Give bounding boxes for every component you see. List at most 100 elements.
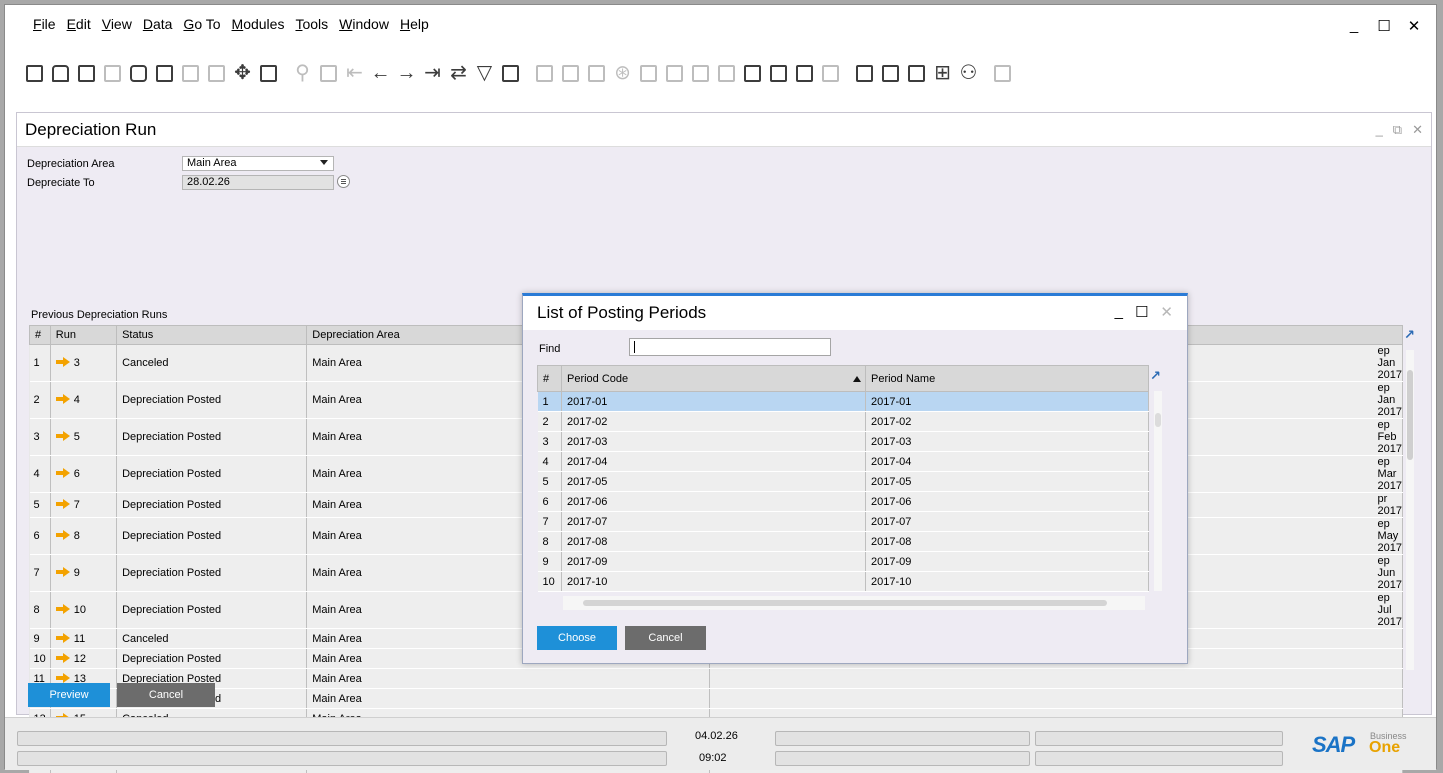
export-excel-icon[interactable] bbox=[153, 62, 176, 85]
transaction-journal-icon[interactable] bbox=[689, 62, 712, 85]
col-status[interactable]: Status bbox=[116, 325, 308, 345]
last-record-icon[interactable]: ⇥ bbox=[421, 62, 444, 85]
run-cell[interactable]: 5 bbox=[50, 418, 118, 456]
table-row[interactable]: 5 2017-05 2017-05 bbox=[537, 471, 1149, 492]
period-code-cell[interactable]: 2017-01 bbox=[561, 391, 866, 412]
app-maximize-button[interactable]: ☐ bbox=[1376, 17, 1392, 35]
period-code-cell[interactable]: 2017-06 bbox=[561, 491, 866, 512]
run-cell[interactable]: 4 bbox=[50, 381, 118, 419]
menu-help[interactable]: Help bbox=[400, 16, 429, 32]
messages-icon[interactable] bbox=[793, 62, 816, 85]
run-cell[interactable]: 11 bbox=[50, 628, 118, 649]
dialog-maximize-icon[interactable]: ☐ bbox=[1135, 303, 1148, 321]
menu-goto[interactable]: Go To bbox=[183, 16, 220, 32]
period-name-cell[interactable]: 2017-10 bbox=[865, 571, 1149, 592]
move-icon[interactable]: ✥ bbox=[231, 62, 254, 85]
link-arrow-icon[interactable] bbox=[55, 499, 70, 509]
restore-icon[interactable]: ⧉ bbox=[1393, 122, 1402, 138]
link-arrow-icon[interactable] bbox=[55, 468, 70, 478]
print-icon[interactable] bbox=[49, 62, 72, 85]
app-minimize-button[interactable]: _ bbox=[1346, 17, 1362, 35]
run-cell[interactable]: 10 bbox=[50, 591, 118, 629]
period-name-cell[interactable]: 2017-07 bbox=[865, 511, 1149, 532]
menu-data[interactable]: Data bbox=[143, 16, 173, 32]
minimize-icon[interactable]: _ bbox=[1376, 122, 1383, 138]
table-row[interactable]: 3 2017-03 2017-03 bbox=[537, 431, 1149, 452]
form-settings-icon[interactable] bbox=[257, 62, 280, 85]
calculator-icon[interactable] bbox=[905, 62, 928, 85]
dialog-vertical-scrollbar[interactable] bbox=[1154, 391, 1162, 591]
run-cell[interactable]: 6 bbox=[50, 455, 118, 493]
table-row[interactable]: 8 2017-08 2017-08 bbox=[537, 531, 1149, 552]
menu-tools[interactable]: Tools bbox=[295, 16, 328, 32]
first-record-icon[interactable]: ⇤ bbox=[343, 62, 366, 85]
export-word-icon[interactable] bbox=[179, 62, 202, 85]
period-name-cell[interactable]: 2017-04 bbox=[865, 451, 1149, 472]
journal-voucher-icon[interactable] bbox=[585, 62, 608, 85]
depreciation-area-select[interactable]: Main Area bbox=[182, 156, 334, 171]
menu-view[interactable]: View bbox=[102, 16, 132, 32]
table-row[interactable]: 1 2017-01 2017-01 bbox=[537, 391, 1149, 412]
org-chart-icon[interactable]: ⊞ bbox=[931, 62, 954, 85]
table-row[interactable]: 2 2017-02 2017-02 bbox=[537, 411, 1149, 432]
period-code-cell[interactable]: 2017-08 bbox=[561, 531, 866, 552]
dialog-horizontal-scrollbar[interactable] bbox=[563, 596, 1145, 610]
dialog-minimize-icon[interactable]: _ bbox=[1115, 303, 1123, 321]
currency-icon[interactable] bbox=[663, 62, 686, 85]
preview-button[interactable]: Preview bbox=[28, 683, 110, 707]
close-icon[interactable]: ✕ bbox=[1412, 122, 1423, 138]
list-lookup-icon[interactable] bbox=[337, 175, 350, 188]
edit-icon[interactable] bbox=[715, 62, 738, 85]
period-name-cell[interactable]: 2017-05 bbox=[865, 471, 1149, 492]
link-arrow-icon[interactable] bbox=[55, 394, 70, 404]
period-name-cell[interactable]: 2017-02 bbox=[865, 411, 1149, 432]
send-message-icon[interactable] bbox=[101, 62, 124, 85]
dialog-scroll-thumb[interactable] bbox=[1155, 413, 1161, 427]
layout-designer-icon[interactable] bbox=[127, 62, 150, 85]
col-period-code[interactable]: Period Code bbox=[561, 365, 866, 392]
col-number[interactable]: # bbox=[537, 365, 562, 392]
find-input[interactable] bbox=[629, 338, 831, 356]
form-edit-icon[interactable] bbox=[767, 62, 790, 85]
export-pdf-icon[interactable] bbox=[205, 62, 228, 85]
table-row[interactable]: 11 13 Depreciation Posted Main Area bbox=[29, 668, 1404, 689]
filter-icon[interactable]: ▽ bbox=[473, 62, 496, 85]
vertical-scrollbar[interactable] bbox=[1406, 350, 1414, 670]
period-code-cell[interactable]: 2017-10 bbox=[561, 571, 866, 592]
period-code-cell[interactable]: 2017-02 bbox=[561, 411, 866, 432]
menu-file[interactable]: File bbox=[33, 16, 56, 32]
period-name-cell[interactable]: 2017-03 bbox=[865, 431, 1149, 452]
settings-icon[interactable] bbox=[741, 62, 764, 85]
user-icon[interactable]: ⚇ bbox=[957, 62, 980, 85]
menu-modules[interactable]: Modules bbox=[232, 16, 285, 32]
menu-edit[interactable]: Edit bbox=[67, 16, 91, 32]
period-name-cell[interactable]: 2017-08 bbox=[865, 531, 1149, 552]
expand-grid-icon[interactable]: ↗ bbox=[1404, 327, 1417, 342]
add-icon[interactable] bbox=[317, 62, 340, 85]
period-name-cell[interactable]: 2017-01 bbox=[865, 391, 1149, 412]
run-cell[interactable]: 3 bbox=[50, 344, 118, 382]
base-document-icon[interactable] bbox=[533, 62, 556, 85]
period-code-cell[interactable]: 2017-09 bbox=[561, 551, 866, 572]
dialog-hscroll-thumb[interactable] bbox=[583, 600, 1107, 606]
refresh-icon[interactable]: ⇄ bbox=[447, 62, 470, 85]
period-code-cell[interactable]: 2017-05 bbox=[561, 471, 866, 492]
find-icon[interactable]: ⚲ bbox=[291, 62, 314, 85]
sort-icon[interactable] bbox=[499, 62, 522, 85]
gross-profit-icon[interactable] bbox=[637, 62, 660, 85]
link-arrow-icon[interactable] bbox=[55, 357, 70, 367]
help-icon[interactable] bbox=[991, 62, 1014, 85]
period-name-cell[interactable]: 2017-06 bbox=[865, 491, 1149, 512]
table-row[interactable]: 6 2017-06 2017-06 bbox=[537, 491, 1149, 512]
col-number[interactable]: # bbox=[29, 325, 51, 345]
link-arrow-icon[interactable] bbox=[55, 604, 70, 614]
table-row[interactable]: 4 2017-04 2017-04 bbox=[537, 451, 1149, 472]
period-code-cell[interactable]: 2017-03 bbox=[561, 431, 866, 452]
inbox-icon[interactable] bbox=[879, 62, 902, 85]
run-cell[interactable]: 12 bbox=[50, 648, 118, 669]
dialog-cancel-button[interactable]: Cancel bbox=[625, 626, 706, 650]
menu-window[interactable]: Window bbox=[339, 16, 389, 32]
link-arrow-icon[interactable] bbox=[55, 530, 70, 540]
link-arrow-icon[interactable] bbox=[55, 632, 70, 643]
run-cell[interactable]: 9 bbox=[50, 554, 118, 592]
